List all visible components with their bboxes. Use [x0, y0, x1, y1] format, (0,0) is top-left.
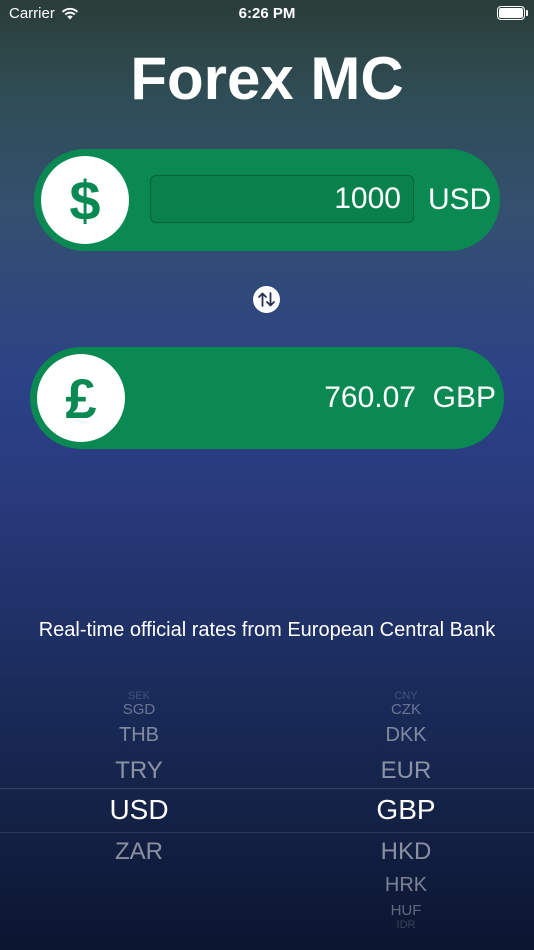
converted-result: 760.07 GBP — [324, 381, 496, 415]
app-title: Forex MC — [130, 45, 404, 112]
to-currency-card: £ 760.07 GBP — [30, 347, 504, 449]
to-currency-code: GBP — [432, 381, 496, 414]
from-currency-picker[interactable]: SEK SGD THB TRY USD ZAR — [39, 690, 239, 930]
rates-source-text: Real-time official rates from European C… — [38, 619, 496, 641]
converted-amount: 760.07 — [324, 381, 416, 414]
picker-row[interactable]: SGD — [39, 701, 239, 718]
picker-row[interactable]: IDR — [306, 919, 506, 931]
from-currency-code: USD — [428, 183, 492, 216]
picker-row[interactable]: HKD — [306, 838, 506, 866]
to-currency-picker[interactable]: CNY CZK DKK EUR GBP HKD HRK HUF IDR — [306, 690, 506, 931]
pound-icon: £ — [37, 354, 125, 442]
picker-row[interactable]: TRY — [39, 757, 239, 785]
battery-icon — [497, 6, 528, 20]
picker-row[interactable]: EUR — [306, 757, 506, 785]
status-bar: Carrier 6:26 PM — [0, 0, 534, 28]
from-currency-card: $ USD — [34, 149, 500, 251]
status-time: 6:26 PM — [238, 5, 296, 22]
picker-row[interactable]: THB — [39, 724, 239, 747]
swap-button[interactable] — [253, 286, 280, 313]
dollar-icon: $ — [41, 156, 129, 244]
picker-row-selected[interactable]: USD — [39, 794, 239, 826]
picker-row[interactable]: HRK — [306, 874, 506, 897]
picker-row[interactable]: CZK — [306, 701, 506, 718]
amount-input[interactable] — [150, 175, 414, 223]
picker-row[interactable]: DKK — [306, 724, 506, 747]
picker-row[interactable]: HUF — [306, 902, 506, 919]
picker-row[interactable]: ZAR — [39, 838, 239, 866]
swap-arrows-icon — [258, 292, 275, 307]
picker-row-selected[interactable]: GBP — [306, 794, 506, 826]
